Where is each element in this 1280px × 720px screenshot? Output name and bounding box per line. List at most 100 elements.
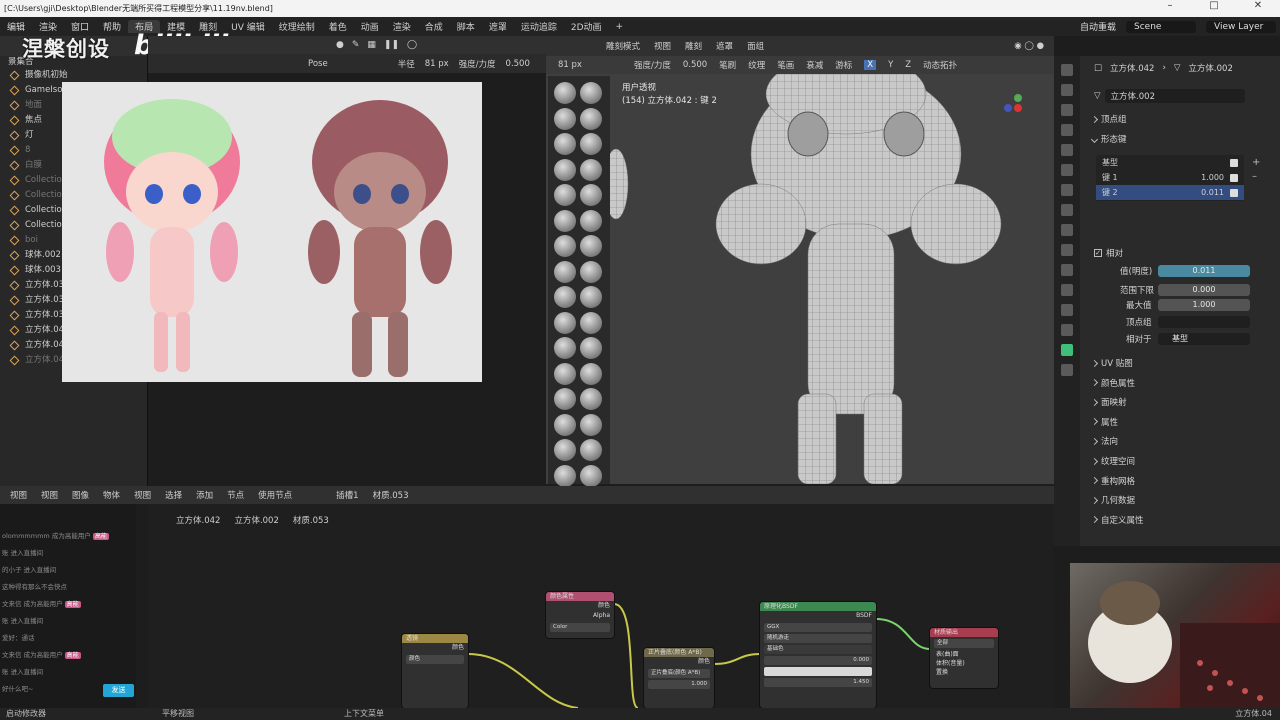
properties-tab-icon[interactable] xyxy=(1061,164,1073,176)
brush-dropdown[interactable]: 笔刷 xyxy=(719,59,736,71)
menu-view[interactable]: 视图 xyxy=(654,40,671,52)
sculpt-brush-icon[interactable] xyxy=(554,388,576,410)
object-dropdown[interactable]: 物体 xyxy=(103,489,120,501)
checkbox-icon[interactable] xyxy=(1230,188,1238,197)
strength-value-2[interactable]: 0.500 xyxy=(683,60,707,70)
node-field[interactable]: 正片叠底(颜色 A*B) xyxy=(648,669,710,678)
breadcrumb-mesh[interactable]: 立方体.002 xyxy=(1188,62,1232,74)
sculpt-brush-icon[interactable] xyxy=(554,311,576,334)
shape-key-value[interactable]: 0.011 xyxy=(1201,188,1224,197)
node-value[interactable]: 0.000 xyxy=(764,656,872,665)
properties-tab-icon[interactable] xyxy=(1061,224,1073,236)
tab-texture-paint[interactable]: 纹理绘制 xyxy=(272,20,322,33)
material-output-node[interactable]: 材质输出 全部 表(曲)面 体积(音量) 置换 xyxy=(930,628,998,688)
principled-bsdf-node[interactable]: 原理化BSDF BSDF GGX 随机游走 基础色 0.000 1.450 xyxy=(760,602,876,708)
paint-icon[interactable]: ✎ xyxy=(352,40,360,50)
shape-key-value[interactable]: 1.000 xyxy=(1201,173,1224,182)
node-ior[interactable]: 1.450 xyxy=(764,678,872,687)
strength-value[interactable]: 0.500 xyxy=(506,59,530,69)
scene-selector[interactable]: Scene xyxy=(1126,20,1196,33)
properties-section[interactable]: 属性 xyxy=(1090,416,1118,428)
properties-tab-icon[interactable] xyxy=(1061,144,1073,156)
node-color-swatch[interactable] xyxy=(764,667,872,676)
menu-image[interactable]: 图像 xyxy=(72,489,89,501)
menu-sculpt[interactable]: 雕刻 xyxy=(685,40,702,52)
mirror-x-toggle[interactable]: X xyxy=(864,60,877,70)
material-dropdown[interactable]: 材质.053 xyxy=(373,489,409,501)
checkbox-icon[interactable] xyxy=(1230,158,1238,167)
use-nodes-checkbox[interactable]: 使用节点 xyxy=(258,489,292,501)
list-item[interactable]: 基型 xyxy=(1096,155,1244,170)
sculpt-brush-icon[interactable] xyxy=(554,133,576,155)
tab-uv[interactable]: UV 编辑 xyxy=(224,20,272,33)
menu-render[interactable]: 渲染 xyxy=(32,20,64,33)
minimize-icon[interactable]: – xyxy=(1148,0,1192,17)
sculpt-brush-icon[interactable] xyxy=(554,362,576,385)
breadcrumb-object[interactable]: 立方体.042 xyxy=(1110,62,1154,74)
properties-tab-icon[interactable] xyxy=(1061,204,1073,216)
range-min-field[interactable]: 0.000 xyxy=(1158,284,1250,296)
sculpt-brush-icon[interactable] xyxy=(580,209,602,232)
sculpt-brush-icon[interactable] xyxy=(580,235,602,257)
tab-2d-animation[interactable]: 2D动画 xyxy=(564,20,609,33)
menu-select[interactable]: 选择 xyxy=(165,489,182,501)
sculpt-brush-icon[interactable] xyxy=(554,464,576,487)
stroke-dropdown[interactable]: 笔画 xyxy=(777,59,794,71)
radius-value[interactable]: 81 px xyxy=(425,59,449,69)
menu-face-sets[interactable]: 面组 xyxy=(747,40,764,52)
sculpt-brush-icon[interactable] xyxy=(554,209,576,232)
properties-tab-icon[interactable] xyxy=(1061,244,1073,256)
sculpt-brush-icon[interactable] xyxy=(554,184,576,206)
sculpt-brush-icon[interactable] xyxy=(580,184,602,206)
sculpt-brush-icon[interactable] xyxy=(580,133,602,155)
mirror-y-toggle[interactable]: Y xyxy=(888,60,893,70)
properties-tab-icon[interactable] xyxy=(1061,284,1073,296)
sculpt-brush-icon[interactable] xyxy=(580,107,602,130)
menu-help[interactable]: 帮助 xyxy=(96,20,128,33)
sculpt-brush-icon[interactable] xyxy=(554,439,576,461)
properties-section[interactable]: 自定义属性 xyxy=(1090,514,1144,526)
properties-tab-icon[interactable] xyxy=(1061,264,1073,276)
relative-to-field[interactable]: 基型 xyxy=(1158,333,1250,345)
tab-scripting[interactable]: 脚本 xyxy=(450,20,482,33)
remove-icon[interactable]: – xyxy=(1252,170,1260,184)
properties-tab-icon[interactable] xyxy=(1061,324,1073,336)
sculpt-brush-icon[interactable] xyxy=(554,107,576,130)
tab-animation[interactable]: 动画 xyxy=(354,20,386,33)
sculpt-brush-icon[interactable] xyxy=(554,82,576,104)
menu-view-3[interactable]: 视图 xyxy=(134,489,151,501)
properties-tab-icon[interactable] xyxy=(1061,104,1073,116)
menu-edit[interactable]: 编辑 xyxy=(0,20,32,33)
node-distribution[interactable]: GGX xyxy=(764,623,872,632)
sculpt-brush-icon[interactable] xyxy=(554,260,576,283)
sculpt-brush-icon[interactable] xyxy=(580,413,602,436)
sculpt-brush-icon[interactable] xyxy=(580,286,602,308)
falloff-dropdown[interactable]: 衰减 xyxy=(806,59,823,71)
add-workspace-icon[interactable]: + xyxy=(609,22,631,32)
section-shape-keys[interactable]: 形态键 xyxy=(1090,133,1127,145)
menu-view-2[interactable]: 视图 xyxy=(41,489,58,501)
relative-checkbox[interactable]: ✓ xyxy=(1094,249,1102,257)
sculpt-brush-icon[interactable] xyxy=(554,286,576,308)
properties-section[interactable]: 重构网格 xyxy=(1090,475,1135,487)
properties-tab-icon[interactable] xyxy=(1061,364,1073,376)
shading-icon[interactable]: ◉ ◯ ● xyxy=(1014,41,1044,51)
section-vertex-groups[interactable]: 顶点组 xyxy=(1090,113,1127,125)
outliner-row[interactable]: 摄像机初始 xyxy=(0,68,147,83)
properties-tab-icon[interactable] xyxy=(1061,344,1073,356)
menu-window[interactable]: 窗口 xyxy=(64,20,96,33)
3d-viewport[interactable] xyxy=(546,53,1054,485)
menu-node[interactable]: 节点 xyxy=(227,489,244,501)
node-field[interactable]: 颜色 xyxy=(406,655,464,664)
properties-section[interactable]: 颜色属性 xyxy=(1090,377,1135,389)
tab-tracking[interactable]: 运动追踪 xyxy=(514,20,564,33)
properties-tab-icon[interactable] xyxy=(1061,84,1073,96)
sculpt-brush-icon[interactable] xyxy=(580,260,602,283)
sculpt-brush-icon[interactable] xyxy=(554,158,576,181)
menu-add[interactable]: 添加 xyxy=(196,489,213,501)
auto-reload-label[interactable]: 自动重载 xyxy=(1080,20,1116,33)
max-field[interactable]: 1.000 xyxy=(1158,299,1250,311)
properties-tab-icon[interactable] xyxy=(1061,64,1073,76)
menu-view-1[interactable]: 视图 xyxy=(10,489,27,501)
sculpt-mode-dropdown[interactable]: 雕刻模式 xyxy=(606,40,640,52)
